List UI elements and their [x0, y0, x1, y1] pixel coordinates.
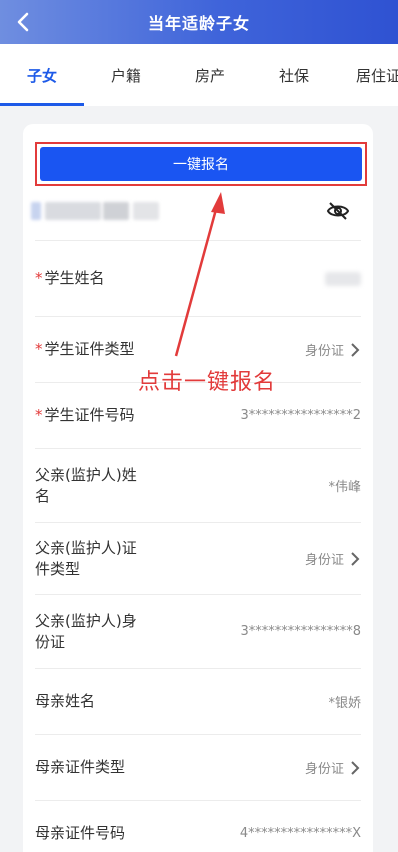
- chevron-right-icon: [351, 342, 360, 357]
- student-info-card: 一键报名 * 学生姓名 * 学生证件类型 身份证 * 学生证件号码 3********…: [23, 124, 373, 852]
- row-label: 母亲证件类型: [35, 758, 126, 776]
- row-label: 母亲姓名: [35, 692, 96, 710]
- tab-children[interactable]: 子女: [0, 44, 84, 106]
- required-star: *: [35, 340, 43, 358]
- row-father-name[interactable]: 父亲(监护人)姓名 *伟峰: [35, 448, 361, 522]
- tab-label: 居住证: [356, 66, 398, 85]
- tab-social-security[interactable]: 社保: [252, 44, 336, 106]
- row-value: 身份证: [304, 762, 344, 777]
- row-mother-id-number[interactable]: 母亲证件号码 4****************X: [35, 800, 361, 852]
- app-header: 当年适龄子女: [0, 0, 398, 44]
- tab-bar: 子女 户籍 房产 社保 居住证: [0, 44, 398, 106]
- onekey-register-button[interactable]: 一键报名: [40, 147, 362, 181]
- row-value: 3****************8: [240, 624, 361, 639]
- page-title: 当年适龄子女: [147, 14, 250, 33]
- row-mother-id-type[interactable]: 母亲证件类型 身份证: [35, 734, 361, 800]
- tab-label: 子女: [26, 66, 57, 85]
- required-star: *: [35, 269, 43, 287]
- row-value: *伟峰: [328, 480, 361, 495]
- row-value: *银娇: [328, 696, 361, 711]
- blurred-name: [31, 200, 161, 222]
- row-value: 4****************X: [239, 826, 361, 841]
- tab-label: 房产: [194, 66, 225, 85]
- row-value: 身份证: [304, 553, 344, 568]
- tab-label: 户籍: [110, 66, 141, 85]
- row-label: 母亲证件号码: [35, 824, 126, 842]
- back-button[interactable]: [10, 9, 36, 35]
- row-label: 学生姓名: [44, 269, 105, 287]
- row-value: 身份证: [304, 344, 344, 359]
- onekey-highlight-box: 一键报名: [35, 142, 367, 186]
- tab-active-indicator: [0, 103, 84, 106]
- tab-property[interactable]: 房产: [168, 44, 252, 106]
- form-rows: * 学生姓名 * 学生证件类型 身份证 * 学生证件号码 3*************…: [35, 240, 361, 852]
- row-father-id-type[interactable]: 父亲(监护人)证件类型 身份证: [35, 522, 361, 594]
- row-student-name[interactable]: * 学生姓名: [35, 240, 361, 316]
- row-label: 父亲(监护人)证件类型: [35, 538, 137, 578]
- eye-off-icon[interactable]: [325, 198, 351, 224]
- row-label: 父亲(监护人)身份证: [35, 611, 137, 651]
- row-label: 学生证件号码: [44, 406, 135, 424]
- row-value: 3****************2: [240, 408, 361, 423]
- row-label: 学生证件类型: [44, 340, 135, 358]
- tab-label: 社保: [278, 66, 309, 85]
- required-star: *: [35, 406, 43, 424]
- row-label: 父亲(监护人)姓名: [35, 465, 137, 505]
- tab-residence-permit[interactable]: 居住证: [336, 44, 398, 106]
- blurred-value: [325, 271, 361, 286]
- chevron-right-icon: [351, 760, 360, 775]
- chevron-right-icon: [351, 551, 360, 566]
- chevron-left-icon: [17, 12, 29, 32]
- annotation-text: 点击一键报名: [138, 370, 277, 395]
- row-father-id-number[interactable]: 父亲(监护人)身份证 3****************8: [35, 594, 361, 668]
- row-mother-name[interactable]: 母亲姓名 *银娇: [35, 668, 361, 734]
- tab-household[interactable]: 户籍: [84, 44, 168, 106]
